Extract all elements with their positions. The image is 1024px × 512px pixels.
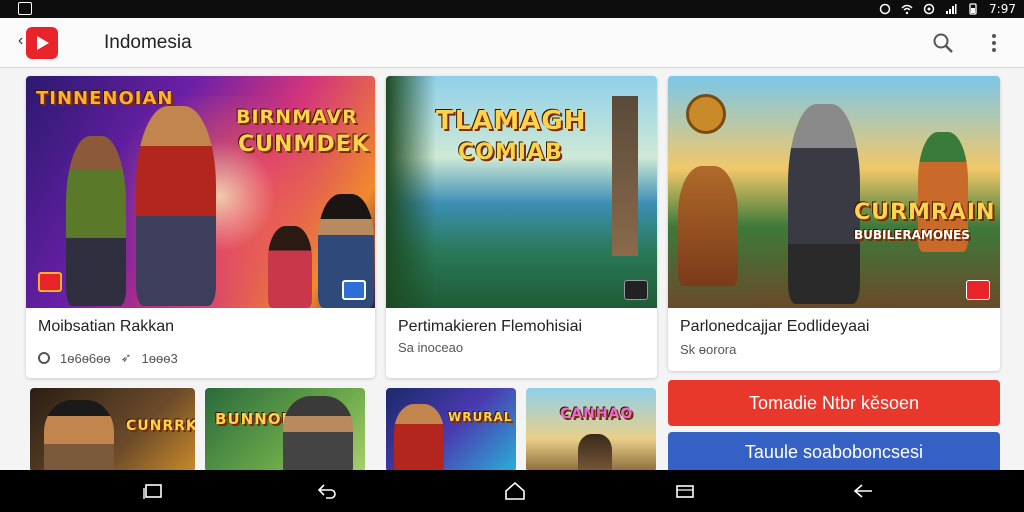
banner-title-c: CUNMDEK: [238, 132, 370, 157]
game-thumb-3[interactable]: WRURAL: [386, 388, 516, 472]
hero-figure: [394, 404, 444, 472]
warrior-figure: [283, 396, 353, 472]
adventurer-figure: [578, 434, 612, 472]
search-icon[interactable]: [932, 32, 954, 54]
card-subtitle: Sk ɵorora: [680, 342, 737, 357]
return-icon[interactable]: [852, 482, 874, 500]
download-icon: [38, 352, 50, 364]
secondary-action-button[interactable]: Tauule soaboboncsesi: [668, 432, 1000, 472]
back-icon[interactable]: [316, 482, 338, 500]
tower-shape: [612, 96, 638, 256]
rating-icon: ➶: [120, 350, 132, 365]
knight-figure: [788, 104, 860, 304]
system-nav-bar: [0, 470, 1024, 512]
back-arrow-icon[interactable]: ‹: [18, 32, 23, 50]
palm-left: [386, 76, 436, 308]
app-badge-icon: [38, 272, 62, 292]
detective-figure: [44, 400, 114, 472]
game-banner-3: CURMRAIN BUBILERAMONES: [668, 76, 1000, 308]
monster-figure: [678, 166, 738, 286]
banner-title-a: TINNENOIAN: [36, 88, 174, 109]
card-stats: 1ѳ6ѳ6ѳѳ ➶ 1ѳѳѳ3: [38, 350, 178, 366]
sync-icon: [923, 3, 935, 15]
banner-title-b: COMIAB: [458, 140, 563, 165]
rating-count: 1ѳѳѳ3: [141, 350, 178, 366]
primary-action-button[interactable]: Tomadie Ntbr kěsoen: [668, 380, 1000, 426]
girl-figure: [268, 226, 312, 308]
card-title: Pertimakieren Flemohisiai: [398, 318, 583, 335]
game-banner-1: TINNENOIAN BIRNMAVR CUNMDEK: [26, 76, 375, 308]
wifi-icon: [901, 4, 913, 15]
home-icon[interactable]: [504, 482, 526, 500]
status-icons: 7:97: [879, 2, 1016, 16]
play-logo-icon[interactable]: [26, 27, 58, 59]
battery-icon: [969, 3, 977, 15]
shield-emblem: [686, 94, 726, 134]
gallery-icon: [18, 2, 32, 15]
warrior-figure: [66, 136, 126, 306]
game-banner-2: TLAMAGH COMIAB: [386, 76, 657, 308]
app-badge-icon: [624, 280, 648, 300]
alarm-icon: [879, 3, 891, 15]
clock: 7:97: [989, 2, 1016, 16]
thumb-title: WRURAL: [448, 410, 513, 424]
app-bar: ‹ Indomesia: [0, 18, 1024, 68]
game-thumb-4[interactable]: CANHAO: [526, 388, 656, 472]
card-subtitle: Sa inoceao: [398, 340, 464, 355]
app-badge-icon-2: [342, 280, 366, 300]
signal-icon: [946, 4, 957, 14]
game-thumb-2[interactable]: BUNNON: [205, 388, 365, 472]
card-title: Parlonedcajjar Eodlideyaai: [680, 318, 870, 335]
featured-card-3[interactable]: CURMRAIN BUBILERAMONES Parlonedcajjar Eo…: [668, 76, 1000, 371]
downloads-count: 1ѳ6ѳ6ѳѳ: [60, 350, 111, 366]
featured-card-1[interactable]: TINNENOIAN BIRNMAVR CUNMDEK Moibsatian R…: [26, 76, 375, 378]
featured-card-2[interactable]: TLAMAGH COMIAB Pertimakieren Flemohisiai…: [386, 76, 657, 378]
recent-apps-icon[interactable]: [142, 482, 164, 500]
page-title: Indomesia: [104, 32, 192, 53]
banner-title-a: CURMRAIN: [854, 200, 996, 225]
more-vert-icon[interactable]: [988, 32, 1000, 54]
status-bar: 7:97: [0, 0, 1024, 18]
app-badge-icon: [966, 280, 990, 300]
thumb-title: CANHAO: [560, 406, 634, 422]
card-title: Moibsatian Rakkan: [38, 318, 175, 335]
banner-title-b: BIRNMAVR: [236, 106, 358, 128]
game-thumb-1[interactable]: CUNRRK: [30, 388, 195, 472]
hero-figure: [136, 106, 216, 306]
banner-title-a: TLAMAGH: [436, 106, 587, 136]
overview-icon[interactable]: [674, 482, 696, 500]
thumb-title: CUNRRK: [126, 418, 195, 434]
banner-title-b: BUBILERAMONES: [854, 228, 970, 242]
